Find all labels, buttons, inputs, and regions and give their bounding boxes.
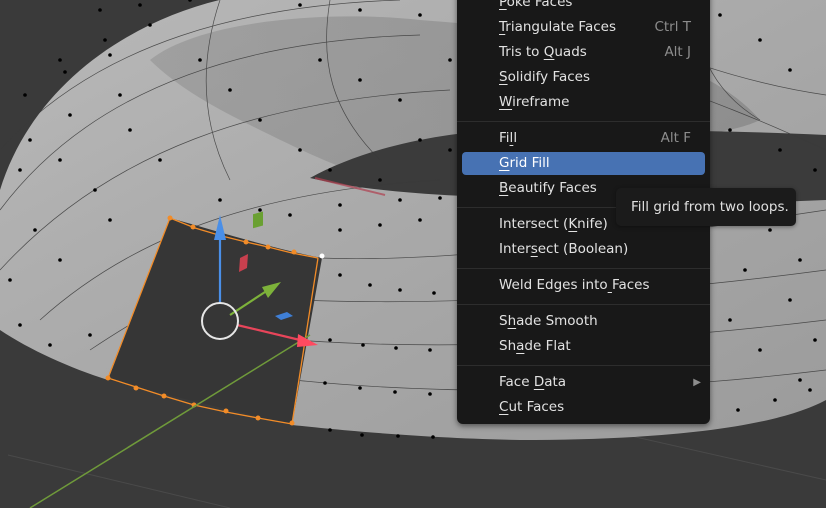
menu-item-poke-faces[interactable]: Poke Faces: [462, 0, 705, 14]
menu-item-solidify-faces[interactable]: Solidify Faces: [462, 66, 705, 89]
menu-item-label: Grid Fill: [499, 155, 550, 171]
menu-item-shade-flat[interactable]: Shade Flat: [462, 335, 705, 358]
submenu-arrow-icon: ▶: [693, 377, 701, 388]
menu-item-label: Weld Edges into Faces: [499, 277, 650, 293]
menu-item-cut-faces[interactable]: Cut Faces: [462, 396, 705, 419]
tooltip-text: Fill grid from two loops.: [631, 199, 789, 215]
menu-item-label: Poke Faces: [499, 0, 573, 10]
menu-item-shortcut: Alt J: [664, 44, 691, 60]
menu-separator: [457, 304, 710, 305]
menu-item-intersect-boolean[interactable]: Intersect (Boolean): [462, 238, 705, 261]
menu-item-shortcut: Ctrl T: [654, 19, 691, 35]
menu-item-label: Cut Faces: [499, 399, 565, 415]
menu-item-label: Tris to Quads: [499, 44, 587, 60]
menu-item-label: Intersect (Boolean): [499, 241, 629, 257]
menu-item-grid-fill[interactable]: Grid Fill: [462, 152, 705, 175]
menu-item-label: Beautify Faces: [499, 180, 597, 196]
menu-item-label: Face Data: [499, 374, 567, 390]
menu-item-face-data[interactable]: Face Data ▶: [462, 371, 705, 394]
menu-item-label: Shade Flat: [499, 338, 571, 354]
menu-item-weld-edges-into-faces[interactable]: Weld Edges into Faces: [462, 274, 705, 297]
menu-separator: [457, 121, 710, 122]
menu-item-shade-smooth[interactable]: Shade Smooth: [462, 310, 705, 333]
gizmo-yz-plane-icon[interactable]: [253, 211, 263, 229]
active-vertex: [319, 253, 325, 259]
tooltip: Fill grid from two loops.: [616, 188, 796, 226]
menu-separator: [457, 268, 710, 269]
menu-item-label: Intersect (Knife): [499, 216, 608, 232]
menu-item-label: Solidify Faces: [499, 69, 591, 85]
menu-item-shortcut: Alt F: [660, 130, 691, 146]
menu-item-tris-to-quads[interactable]: Tris to Quads Alt J: [462, 41, 705, 64]
menu-item-label: Wireframe: [499, 94, 570, 110]
menu-item-label: Triangulate Faces: [499, 19, 616, 35]
menu-item-wireframe[interactable]: Wireframe: [462, 91, 705, 114]
menu-item-triangulate-faces[interactable]: Triangulate Faces Ctrl T: [462, 16, 705, 39]
menu-item-label: Shade Smooth: [499, 313, 598, 329]
menu-item-label: Fill: [499, 130, 518, 146]
menu-item-fill[interactable]: Fill Alt F: [462, 127, 705, 150]
menu-separator: [457, 365, 710, 366]
